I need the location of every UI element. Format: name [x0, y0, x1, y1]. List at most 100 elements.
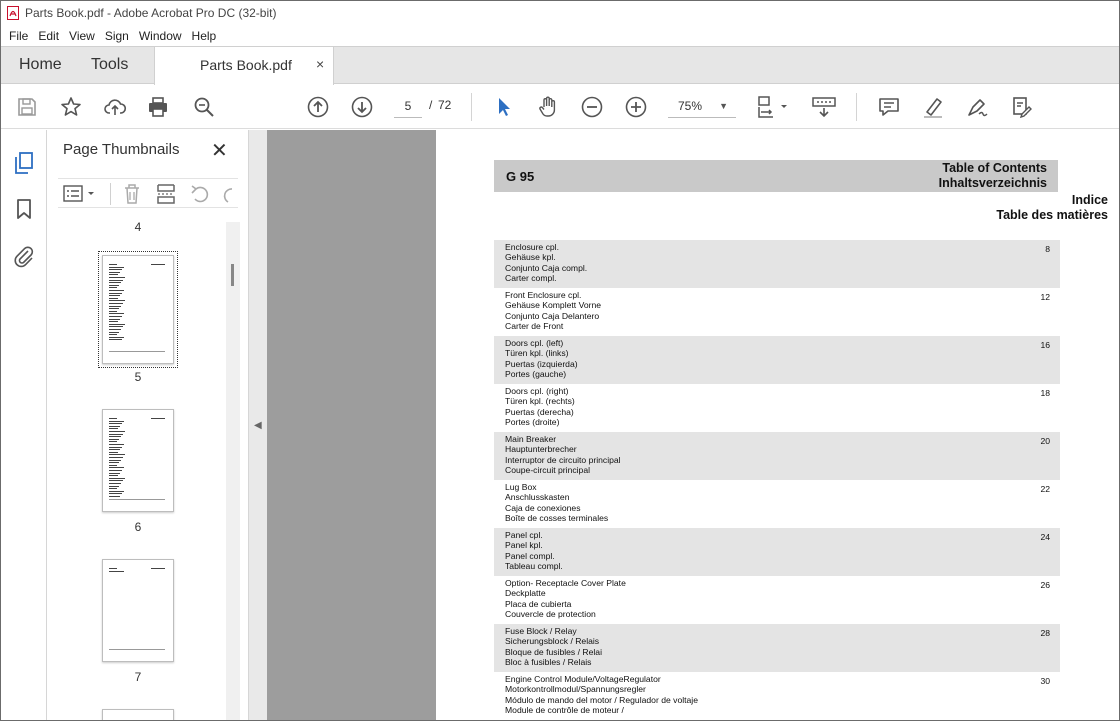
- toc-row[interactable]: Fuse Block / Relay Sicherungsblock / Rela…: [494, 624, 1060, 672]
- toc-entry-line: Gehäuse kpl.: [505, 252, 556, 263]
- toc-entry-line: Türen kpl. (links): [505, 348, 569, 359]
- toc-entry-line: Doors cpl. (right): [505, 386, 569, 396]
- thumbnail-text-line: [109, 266, 124, 268]
- bookmark-star-icon[interactable]: [58, 94, 84, 120]
- toc-subtitle: Indice Table des matières: [996, 193, 1108, 223]
- highlight-pen-icon[interactable]: [920, 94, 946, 120]
- zoom-in-icon[interactable]: [623, 94, 649, 120]
- scroll-mode-icon[interactable]: [809, 94, 839, 120]
- thumbnail-text-line: [109, 475, 118, 477]
- thumbnail-page-7[interactable]: [102, 559, 174, 662]
- toolbar-divider: [856, 93, 857, 121]
- toc-entry-line: Main Breaker: [505, 434, 557, 444]
- thumbnail-text-line: [151, 418, 165, 419]
- bookmarks-icon[interactable]: [12, 197, 36, 221]
- hand-pan-icon[interactable]: [535, 94, 561, 120]
- toc-entries: Enclosure cpl. Gehäuse kpl. Conjunto Caja …: [494, 240, 1060, 720]
- toc-row[interactable]: Doors cpl. (right) Türen kpl. (rechts) Pue…: [494, 384, 1060, 432]
- thumbnail-page-6[interactable]: [102, 409, 174, 512]
- toc-entry-line: Türen kpl. (rechts): [505, 396, 575, 407]
- thumbnail-text-line: [109, 277, 125, 278]
- next-page-icon[interactable]: [349, 94, 375, 120]
- close-tab-icon[interactable]: ×: [316, 56, 324, 72]
- menu-edit[interactable]: Edit: [33, 29, 64, 43]
- thumbnail-text-line: [109, 331, 119, 333]
- toc-row[interactable]: Front Enclosure cpl. Gehäuse Komplett Vor…: [494, 288, 1060, 336]
- toc-entry-line: Conjunto Caja compl.: [505, 262, 588, 273]
- thumbnail-text-line: [109, 305, 121, 307]
- toc-row[interactable]: Engine Control Module/VoltageRegulator Mo…: [494, 672, 1060, 720]
- collapse-arrow-icon[interactable]: ◀: [254, 420, 262, 431]
- delete-page-icon[interactable]: [120, 182, 144, 206]
- thumbnail-options-icon[interactable]: [62, 183, 98, 205]
- thumbnail-text-line: [109, 423, 122, 425]
- thumbnail-text-line: [109, 274, 118, 276]
- zoom-out-icon[interactable]: [579, 94, 605, 120]
- menu-file[interactable]: File: [4, 29, 33, 43]
- thumbnails-panel: Page Thumbnails ✕ 4 5 6 7: [48, 130, 248, 720]
- rotate-right-icon[interactable]: [218, 182, 236, 206]
- thumbnail-page-8[interactable]: [102, 709, 174, 720]
- rotate-left-icon[interactable]: [188, 182, 212, 206]
- thumbnail-text-line: [109, 418, 117, 419]
- print-icon[interactable]: [145, 94, 171, 120]
- upload-cloud-icon[interactable]: [102, 94, 128, 120]
- thumbnail-text-line: [109, 316, 122, 317]
- thumbnail-text-line: [109, 472, 120, 474]
- menu-bar: File Edit View Sign Window Help: [1, 25, 1119, 46]
- thumbnail-text-line: [109, 485, 119, 487]
- find-zoom-icon[interactable]: [191, 94, 217, 120]
- previous-page-icon[interactable]: [305, 94, 331, 120]
- toc-row[interactable]: Panel cpl. Panel kpl. Panel compl. Tableau …: [494, 528, 1060, 576]
- zoom-level-value: 75%: [678, 99, 703, 113]
- menu-help[interactable]: Help: [187, 29, 222, 43]
- thumbnail-text-line: [109, 568, 117, 569]
- toc-entry-text: Front Enclosure cpl. Gehäuse Komplett Vor…: [505, 290, 601, 331]
- thumbnail-page-5[interactable]: [98, 251, 178, 368]
- sign-pen-icon[interactable]: [964, 94, 990, 120]
- tab-home[interactable]: Home: [7, 47, 74, 84]
- toc-entry-line: Módulo de mando del motor / Regulador de…: [505, 694, 698, 705]
- toc-entry-line: Interruptor de circuito principal: [505, 454, 621, 465]
- thumbnail-text-line: [109, 303, 123, 304]
- document-view[interactable]: G 95 Table of Contents Inhaltsverzeichni…: [267, 130, 1119, 720]
- page-fit-icon[interactable]: [753, 94, 793, 120]
- thumbnail-text-line: [109, 308, 119, 310]
- close-panel-icon[interactable]: ✕: [211, 138, 228, 163]
- toc-page-number: 22: [1040, 484, 1050, 494]
- toc-entry-line: Placa de cubierta: [505, 598, 572, 609]
- toc-row[interactable]: Option- Receptacle Cover Plate Deckplatte…: [494, 576, 1060, 624]
- toc-row[interactable]: Main Breaker Hauptunterbrecher Interruptor…: [494, 432, 1060, 480]
- thumbnail-text-line: [109, 313, 124, 315]
- attachments-icon[interactable]: [12, 244, 36, 268]
- toc-row[interactable]: Enclosure cpl. Gehäuse kpl. Conjunto Caja …: [494, 240, 1060, 288]
- left-nav-strip: [1, 130, 47, 720]
- toc-row[interactable]: Doors cpl. (left) Türen kpl. (links) Puert…: [494, 336, 1060, 384]
- scrollbar-thumb[interactable]: [231, 264, 234, 286]
- panel-splitter[interactable]: ◀: [248, 130, 267, 720]
- select-cursor-icon[interactable]: [491, 94, 517, 120]
- thumbnail-text-line: [109, 470, 122, 471]
- menu-view[interactable]: View: [64, 29, 100, 43]
- page-thumbnails-icon[interactable]: [12, 151, 36, 175]
- tab-document[interactable]: Parts Book.pdf ×: [154, 47, 334, 85]
- page-number-input[interactable]: 5: [394, 96, 422, 118]
- thumbnail-text-line: [109, 441, 117, 443]
- toc-row[interactable]: Lug Box Anschlusskasten Caja de conexiones…: [494, 480, 1060, 528]
- fill-sign-icon[interactable]: [1008, 94, 1034, 120]
- thumbnail-text-line: [109, 480, 123, 482]
- toc-entry-text: Lug Box Anschlusskasten Caja de conexiones…: [505, 482, 608, 523]
- page-total: 72: [438, 98, 452, 112]
- zoom-level-dropdown[interactable]: 75% ▼: [668, 96, 736, 118]
- tab-tools[interactable]: Tools: [79, 47, 140, 84]
- toc-entry-line: Deckplatte: [505, 588, 546, 599]
- title-bar: Parts Book.pdf - Adobe Acrobat Pro DC (3…: [1, 1, 1119, 25]
- insert-page-icon[interactable]: [154, 182, 178, 206]
- thumbnail-text-line: [109, 339, 122, 341]
- toc-entry-line: Boîte de cosses terminales: [505, 512, 609, 523]
- comment-icon[interactable]: [876, 94, 902, 120]
- save-icon[interactable]: [14, 94, 40, 120]
- menu-window[interactable]: Window: [134, 29, 187, 43]
- menu-sign[interactable]: Sign: [100, 29, 134, 43]
- thumbnail-scrollbar[interactable]: [226, 222, 240, 720]
